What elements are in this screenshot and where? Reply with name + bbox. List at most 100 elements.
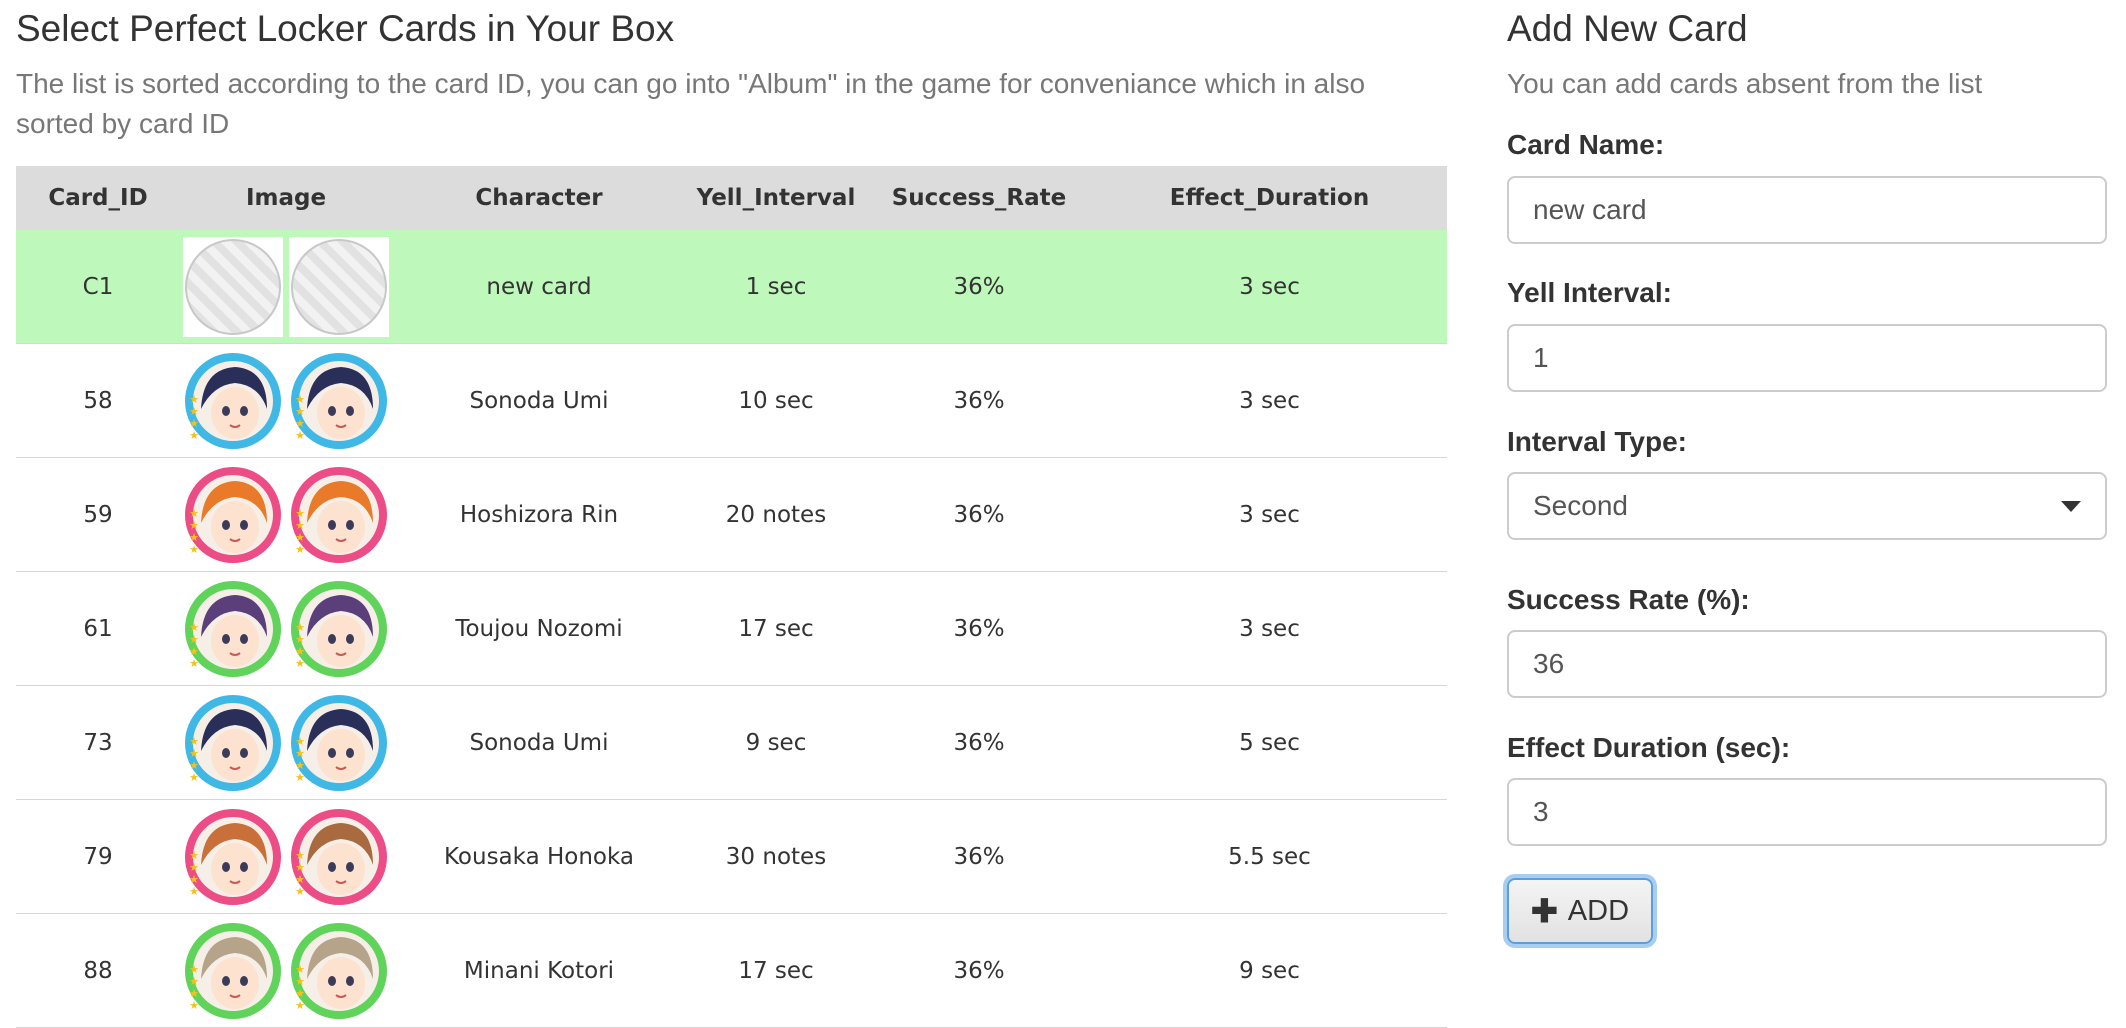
plus-icon: ✚ bbox=[1530, 893, 1558, 929]
card-id-cell: 79 bbox=[16, 799, 180, 914]
add-card-description: You can add cards absent from the list bbox=[1507, 68, 1983, 99]
card-id-cell: 59 bbox=[16, 457, 180, 572]
character-cell: new card bbox=[392, 230, 686, 344]
card-name-input[interactable] bbox=[1507, 176, 2107, 244]
card-avatar: ★ ★ ★ ★ bbox=[289, 579, 389, 679]
success-rate-cell: 36% bbox=[866, 571, 1092, 686]
character-cell: Toujou Nozomi bbox=[392, 571, 686, 686]
effect-duration-label: Effect Duration (sec): bbox=[1507, 732, 1791, 763]
character-portrait-icon: ★★★★ bbox=[185, 352, 281, 449]
effect-duration-cell: 3 sec bbox=[1092, 343, 1447, 458]
svg-text:★: ★ bbox=[295, 771, 305, 784]
header-yell-interval[interactable]: Yell_Interval bbox=[686, 166, 866, 230]
card-avatar: ★ ★ ★ ★ bbox=[289, 921, 389, 1021]
card-avatar: ★ ★ ★ ★ bbox=[183, 351, 283, 451]
header-effect-duration[interactable]: Effect_Duration bbox=[1092, 166, 1447, 230]
character-portrait-icon: ★★★★ bbox=[291, 580, 387, 677]
image-cell: ★ ★ ★ ★ ★ ★ ★ ★ bbox=[180, 343, 392, 458]
table-row[interactable]: 79 ★ ★ ★ ★ ★ ★ ★ ★ Kousaka Honoka 30 notes 36% 5.5 s… bbox=[16, 799, 1447, 914]
character-portrait-icon: ★★★★ bbox=[291, 808, 387, 905]
card-avatar: ★ ★ ★ ★ bbox=[289, 351, 389, 451]
table-row[interactable]: 88 ★ ★ ★ ★ ★ ★ ★ ★ Minani Kotori 17 sec 36% 9 sec bbox=[16, 913, 1447, 1028]
success-rate-label: Success Rate (%): bbox=[1507, 584, 1750, 615]
svg-text:★: ★ bbox=[189, 657, 199, 670]
yell-interval-cell: 20 notes bbox=[686, 457, 866, 572]
table-row[interactable]: 73 ★ ★ ★ ★ ★ ★ ★ ★ Sonoda Umi 9 sec 36% 5 sec bbox=[16, 685, 1447, 800]
success-rate-cell: 36% bbox=[866, 685, 1092, 800]
effect-duration-input[interactable] bbox=[1507, 778, 2107, 846]
character-cell: Sonoda Umi bbox=[392, 685, 686, 800]
svg-text:★: ★ bbox=[189, 999, 199, 1012]
success-rate-cell: 36% bbox=[866, 799, 1092, 914]
svg-text:★: ★ bbox=[295, 543, 305, 556]
header-card-id[interactable]: Card_ID bbox=[16, 166, 180, 230]
yell-interval-cell: 9 sec bbox=[686, 685, 866, 800]
svg-text:★: ★ bbox=[189, 771, 199, 784]
yell-interval-cell: 17 sec bbox=[686, 571, 866, 686]
list-description: The list is sorted according to the card… bbox=[16, 68, 1366, 139]
svg-text:★: ★ bbox=[295, 999, 305, 1012]
table-body: C1 new card 1 sec 36% 3 sec 58 ★ ★ ★ ★ ★ ★ ★ ★ Sonoda … bbox=[16, 230, 1447, 1028]
table-row[interactable]: 59 ★ ★ ★ ★ ★ ★ ★ ★ Hoshizora Rin 20 notes 36% 3 sec bbox=[16, 457, 1447, 572]
image-cell: ★ ★ ★ ★ ★ ★ ★ ★ bbox=[180, 685, 392, 800]
add-card-title: Add New Card bbox=[1507, 8, 1748, 49]
image-cell: ★ ★ ★ ★ ★ ★ ★ ★ bbox=[180, 457, 392, 572]
interval-type-value: Second bbox=[1533, 490, 1628, 521]
interval-type-select[interactable]: Second bbox=[1507, 472, 2107, 540]
character-portrait-icon: ★★★★ bbox=[291, 694, 387, 791]
page-title: Select Perfect Locker Cards in Your Box bbox=[16, 8, 675, 49]
character-portrait-icon: ★★★★ bbox=[185, 466, 281, 563]
yell-interval-input[interactable] bbox=[1507, 324, 2107, 392]
effect-duration-cell: 5 sec bbox=[1092, 685, 1447, 800]
card-avatar: ★ ★ ★ ★ bbox=[183, 921, 283, 1021]
card-name-label: Card Name: bbox=[1507, 129, 1665, 160]
character-portrait-icon: ★★★★ bbox=[185, 808, 281, 905]
card-id-cell: 61 bbox=[16, 571, 180, 686]
card-table: Card_ID Image Character Yell_Interval Su… bbox=[16, 166, 1447, 1028]
table-header-row: Card_ID Image Character Yell_Interval Su… bbox=[16, 166, 1447, 230]
yell-interval-cell: 30 notes bbox=[686, 799, 866, 914]
card-avatar: ★ ★ ★ ★ bbox=[183, 579, 283, 679]
chevron-down-icon bbox=[2061, 500, 2081, 512]
card-avatar: ★ ★ ★ ★ bbox=[289, 807, 389, 907]
table-row[interactable]: 61 ★ ★ ★ ★ ★ ★ ★ ★ Toujou Nozomi 17 sec 36% 3 sec bbox=[16, 571, 1447, 686]
effect-duration-cell: 9 sec bbox=[1092, 913, 1447, 1028]
effect-duration-cell: 3 sec bbox=[1092, 457, 1447, 572]
image-cell: ★ ★ ★ ★ ★ ★ ★ ★ bbox=[180, 799, 392, 914]
table-row[interactable]: C1 new card 1 sec 36% 3 sec bbox=[16, 230, 1447, 344]
interval-type-label: Interval Type: bbox=[1507, 426, 1687, 457]
svg-text:★: ★ bbox=[295, 885, 305, 898]
character-portrait-icon: ★★★★ bbox=[185, 694, 281, 791]
yell-interval-cell: 1 sec bbox=[686, 230, 866, 344]
table-row[interactable]: 58 ★ ★ ★ ★ ★ ★ ★ ★ Sonoda Umi 10 sec 36% 3 sec bbox=[16, 343, 1447, 458]
add-button[interactable]: ✚ ADD bbox=[1507, 878, 1653, 944]
effect-duration-cell: 3 sec bbox=[1092, 230, 1447, 344]
svg-text:★: ★ bbox=[189, 885, 199, 898]
yell-interval-label: Yell Interval: bbox=[1507, 277, 1672, 308]
character-cell: Sonoda Umi bbox=[392, 343, 686, 458]
character-cell: Minani Kotori bbox=[392, 913, 686, 1028]
character-cell: Kousaka Honoka bbox=[392, 799, 686, 914]
card-avatar bbox=[289, 236, 389, 337]
header-success-rate[interactable]: Success_Rate bbox=[866, 166, 1092, 230]
header-image[interactable]: Image bbox=[180, 166, 392, 230]
svg-text:★: ★ bbox=[295, 657, 305, 670]
image-placeholder-icon bbox=[291, 238, 387, 335]
success-rate-input[interactable] bbox=[1507, 630, 2107, 698]
card-id-cell: C1 bbox=[16, 230, 180, 344]
image-cell bbox=[180, 230, 392, 344]
character-cell: Hoshizora Rin bbox=[392, 457, 686, 572]
card-id-cell: 58 bbox=[16, 343, 180, 458]
card-id-cell: 88 bbox=[16, 913, 180, 1028]
image-cell: ★ ★ ★ ★ ★ ★ ★ ★ bbox=[180, 571, 392, 686]
success-rate-cell: 36% bbox=[866, 230, 1092, 344]
character-portrait-icon: ★★★★ bbox=[291, 922, 387, 1019]
header-character[interactable]: Character bbox=[392, 166, 686, 230]
card-avatar: ★ ★ ★ ★ bbox=[183, 807, 283, 907]
svg-text:★: ★ bbox=[189, 543, 199, 556]
character-portrait-icon: ★★★★ bbox=[185, 922, 281, 1019]
card-avatar bbox=[183, 236, 283, 337]
yell-interval-cell: 10 sec bbox=[686, 343, 866, 458]
character-portrait-icon: ★★★★ bbox=[185, 580, 281, 677]
effect-duration-cell: 3 sec bbox=[1092, 571, 1447, 686]
